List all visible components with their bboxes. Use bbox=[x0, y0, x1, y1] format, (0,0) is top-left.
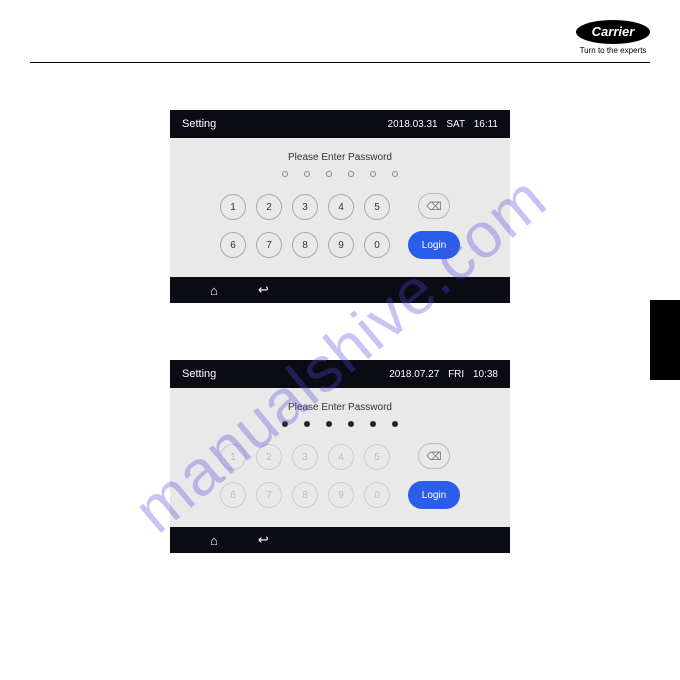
key-5[interactable]: 5 bbox=[364, 444, 390, 470]
key-3[interactable]: 3 bbox=[292, 444, 318, 470]
key-0[interactable]: 0 bbox=[364, 482, 390, 508]
key-0[interactable]: 0 bbox=[364, 232, 390, 258]
key-8[interactable]: 8 bbox=[292, 482, 318, 508]
key-7[interactable]: 7 bbox=[256, 482, 282, 508]
screen-title: Setting bbox=[182, 118, 216, 130]
key-1[interactable]: 1 bbox=[220, 444, 246, 470]
numeric-keypad: 1 2 3 4 5 6 7 8 9 0 bbox=[220, 444, 390, 508]
key-1[interactable]: 1 bbox=[220, 194, 246, 220]
bottom-nav: ⌂ ↩ bbox=[170, 277, 510, 303]
carrier-logo: Carrier bbox=[576, 20, 650, 44]
key-6[interactable]: 6 bbox=[220, 232, 246, 258]
header-divider bbox=[30, 62, 650, 63]
screen-title: Setting bbox=[182, 368, 216, 380]
datetime-display: 2018.07.27 FRI 10:38 bbox=[383, 369, 498, 380]
screenshot-panel-1: Setting 2018.03.31 SAT 16:11 Please Ente… bbox=[170, 110, 510, 303]
password-prompt: Please Enter Password bbox=[182, 402, 498, 413]
login-button[interactable]: Login bbox=[408, 481, 460, 509]
title-bar: Setting 2018.03.31 SAT 16:11 bbox=[170, 110, 510, 138]
key-9[interactable]: 9 bbox=[328, 482, 354, 508]
key-5[interactable]: 5 bbox=[364, 194, 390, 220]
key-7[interactable]: 7 bbox=[256, 232, 282, 258]
brand-header: Carrier Turn to the experts bbox=[576, 20, 650, 55]
delete-button[interactable]: ⌫ bbox=[418, 443, 450, 469]
key-9[interactable]: 9 bbox=[328, 232, 354, 258]
home-icon[interactable]: ⌂ bbox=[210, 533, 218, 548]
delete-button[interactable]: ⌫ bbox=[418, 193, 450, 219]
password-prompt: Please Enter Password bbox=[182, 152, 498, 163]
login-button[interactable]: Login bbox=[408, 231, 460, 259]
back-icon[interactable]: ↩ bbox=[258, 282, 269, 298]
password-dots bbox=[182, 421, 498, 427]
key-3[interactable]: 3 bbox=[292, 194, 318, 220]
back-icon[interactable]: ↩ bbox=[258, 532, 269, 548]
key-2[interactable]: 2 bbox=[256, 194, 282, 220]
datetime-display: 2018.03.31 SAT 16:11 bbox=[382, 119, 498, 130]
password-dots bbox=[182, 171, 498, 177]
key-6[interactable]: 6 bbox=[220, 482, 246, 508]
brand-tagline: Turn to the experts bbox=[576, 46, 650, 55]
page-side-tab bbox=[650, 300, 680, 380]
key-4[interactable]: 4 bbox=[328, 194, 354, 220]
home-icon[interactable]: ⌂ bbox=[210, 283, 218, 298]
title-bar: Setting 2018.07.27 FRI 10:38 bbox=[170, 360, 510, 388]
bottom-nav: ⌂ ↩ bbox=[170, 527, 510, 553]
screenshot-panel-2: Setting 2018.07.27 FRI 10:38 Please Ente… bbox=[170, 360, 510, 553]
key-2[interactable]: 2 bbox=[256, 444, 282, 470]
key-4[interactable]: 4 bbox=[328, 444, 354, 470]
key-8[interactable]: 8 bbox=[292, 232, 318, 258]
numeric-keypad: 1 2 3 4 5 6 7 8 9 0 bbox=[220, 194, 390, 258]
